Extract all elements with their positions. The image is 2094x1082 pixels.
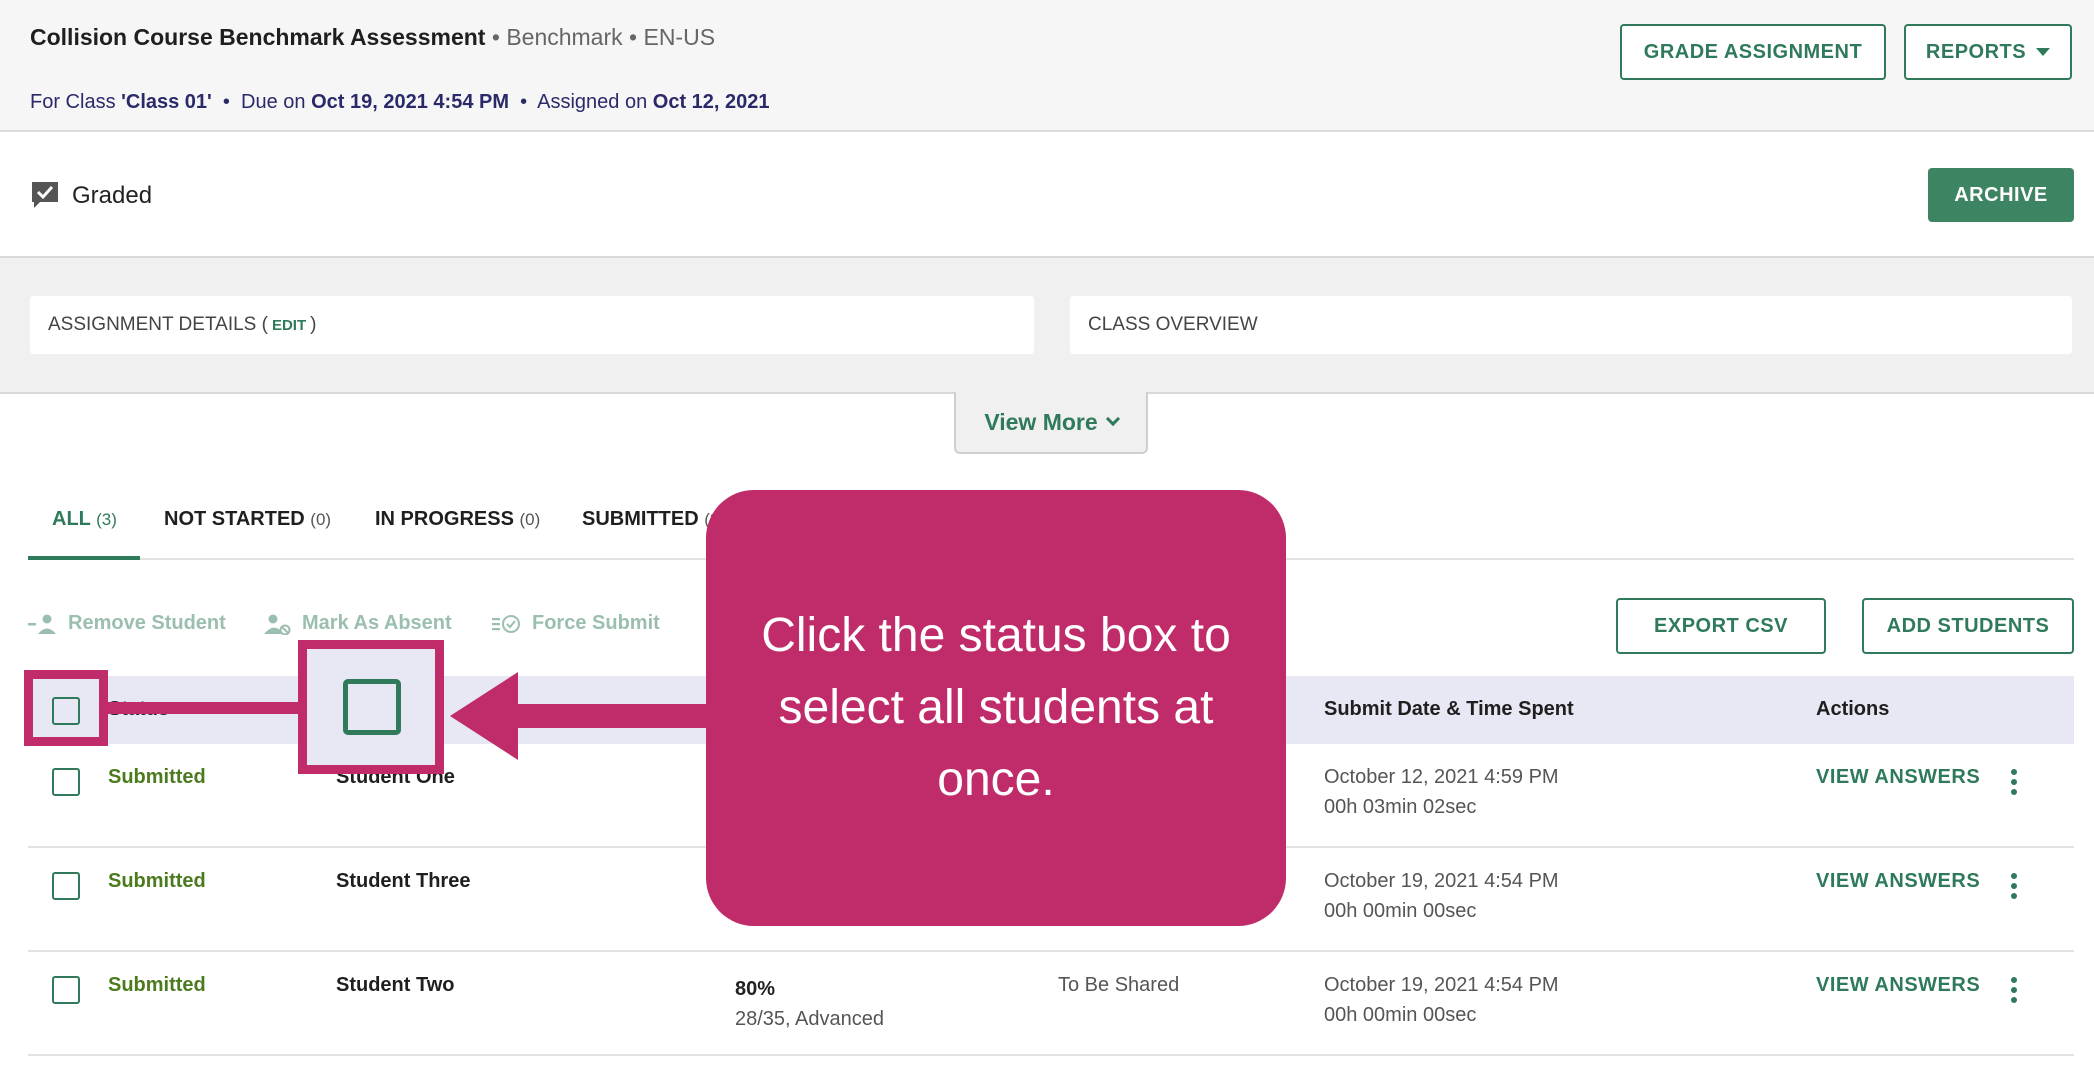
assignment-details-close: ) <box>310 314 317 335</box>
select-all-highlight <box>24 670 108 746</box>
separator-dot: • <box>514 91 538 113</box>
student-name[interactable]: Student Three <box>336 870 470 893</box>
assignment-details-label: ASSIGNMENT DETAILS ( <box>48 314 268 335</box>
remove-student-label: Remove Student <box>68 612 226 634</box>
row-status: Submitted <box>108 974 206 996</box>
edit-link[interactable]: EDIT <box>272 317 306 334</box>
tab-label: SUBMITTED <box>582 508 699 530</box>
time-spent: 00h 00min 00sec <box>1324 900 1477 922</box>
force-submit-label: Force Submit <box>532 612 660 634</box>
score-percent: 80% <box>735 978 776 1000</box>
submit-info: October 12, 2021 4:59 PM 00h 03min 02sec <box>1324 762 1559 822</box>
archive-button[interactable]: ARCHIVE <box>1928 168 2074 222</box>
tab-count: (0) <box>310 510 332 529</box>
table-row: Submitted Student Two 80% 28/35, Advance… <box>28 952 2074 1056</box>
mark-absent-label: Mark As Absent <box>302 612 452 634</box>
tab-in-progress[interactable]: IN PROGRESS (0) <box>375 508 540 531</box>
submit-date: October 19, 2021 4:54 PM <box>1324 974 1559 996</box>
row-select-checkbox[interactable] <box>52 976 80 1004</box>
separator-dot: • <box>217 91 242 113</box>
actions-column-header: Actions <box>1816 698 1890 720</box>
view-more-label: View More <box>984 408 1098 435</box>
status-row: Graded ARCHIVE <box>0 132 2094 258</box>
add-students-label: ADD STUDENTS <box>1886 614 2050 637</box>
time-spent: 00h 00min 00sec <box>1324 1004 1477 1026</box>
more-vertical-icon[interactable] <box>2011 769 2017 795</box>
assigned-date: Oct 12, 2021 <box>652 91 770 113</box>
due-date: Oct 19, 2021 4:54 PM <box>311 91 509 113</box>
tab-label: NOT STARTED <box>164 508 305 530</box>
student-name[interactable]: Student Two <box>336 974 455 997</box>
tab-count: (0) <box>519 510 541 529</box>
tab-submitted[interactable]: SUBMITTED (3) <box>582 508 725 531</box>
view-answers-link[interactable]: VIEW ANSWERS <box>1816 870 1980 893</box>
view-more-button[interactable]: View More <box>954 392 1148 454</box>
chevron-down-icon <box>1105 411 1120 427</box>
graded-status-label: Graded <box>72 182 153 209</box>
due-prefix: Due on <box>241 91 312 113</box>
reports-label: REPORTS <box>1925 40 2027 63</box>
assignment-header: Collision Course Benchmark Assessment • … <box>0 0 2094 132</box>
separator-dot: • <box>491 24 507 50</box>
annotation-connector <box>106 702 300 714</box>
separator-dot: • <box>629 24 644 50</box>
assignment-type: Benchmark <box>506 24 623 50</box>
remove-student-button[interactable]: Remove Student <box>28 612 226 635</box>
force-submit-button[interactable]: Force Submit <box>492 612 660 635</box>
view-answers-link[interactable]: VIEW ANSWERS <box>1816 974 1980 997</box>
more-vertical-icon[interactable] <box>2011 977 2017 1003</box>
assignment-meta: For Class 'Class 01' • Due on Oct 19, 20… <box>30 91 770 114</box>
tab-label: ALL <box>52 508 91 530</box>
row-status: Submitted <box>108 766 206 788</box>
more-vertical-icon[interactable] <box>2011 873 2017 899</box>
graded-check-icon <box>32 182 58 208</box>
add-students-button[interactable]: ADD STUDENTS <box>1862 598 2074 654</box>
zoomed-checkbox-callout <box>298 640 444 774</box>
assignment-title: Collision Course Benchmark Assessment <box>30 24 486 50</box>
assignment-locale: EN-US <box>643 24 716 50</box>
tab-all[interactable]: ALL (3) <box>52 508 117 531</box>
row-select-checkbox[interactable] <box>52 768 80 796</box>
mark-absent-button[interactable]: Mark As Absent <box>262 612 452 635</box>
feedback-status: To Be Shared <box>1058 974 1180 996</box>
submit-date-column-header: Submit Date & Time Spent <box>1324 698 1574 720</box>
time-spent: 00h 03min 02sec <box>1324 796 1477 818</box>
assignment-title-line: Collision Course Benchmark Assessment • … <box>30 24 715 51</box>
caret-down-icon <box>2036 48 2051 56</box>
class-name: 'Class 01' <box>121 91 212 113</box>
tab-not-started[interactable]: NOT STARTED (0) <box>164 508 331 531</box>
annotation-callout: Click the status box to select all stude… <box>706 490 1286 926</box>
assigned-prefix: Assigned on <box>537 91 653 113</box>
export-csv-button[interactable]: EXPORT CSV <box>1616 598 1826 654</box>
class-prefix: For Class <box>30 91 122 113</box>
grade-assignment-button[interactable]: GRADE ASSIGNMENT <box>1620 24 1886 80</box>
submit-date: October 12, 2021 4:59 PM <box>1324 766 1559 788</box>
submit-info: October 19, 2021 4:54 PM 00h 00min 00sec <box>1324 970 1559 1030</box>
class-overview-label: CLASS OVERVIEW <box>1088 314 1258 335</box>
absent-person-icon <box>264 614 291 635</box>
grade-assignment-label: GRADE ASSIGNMENT <box>1643 40 1863 63</box>
row-status: Submitted <box>108 870 206 892</box>
export-csv-label: EXPORT CSV <box>1654 614 1788 637</box>
submit-date: October 19, 2021 4:54 PM <box>1324 870 1559 892</box>
reports-button[interactable]: REPORTS <box>1904 24 2072 80</box>
row-select-checkbox[interactable] <box>52 872 80 900</box>
tab-count: (3) <box>96 510 117 529</box>
score-detail: 28/35, Advanced <box>735 1008 885 1030</box>
tab-label: IN PROGRESS <box>375 508 514 530</box>
details-section: ASSIGNMENT DETAILS ( EDIT ) CLASS OVERVI… <box>0 258 2094 394</box>
arrow-left-icon <box>450 672 720 760</box>
score-info: 80% 28/35, Advanced <box>735 974 884 1034</box>
remove-person-icon <box>28 614 56 634</box>
submit-info: October 19, 2021 4:54 PM 00h 00min 00sec <box>1324 866 1559 926</box>
zoomed-checkbox <box>343 679 401 735</box>
view-answers-link[interactable]: VIEW ANSWERS <box>1816 766 1980 789</box>
active-tab-indicator <box>28 556 140 560</box>
assignment-details-panel[interactable]: ASSIGNMENT DETAILS ( EDIT ) <box>30 296 1034 354</box>
force-submit-icon <box>492 614 520 633</box>
class-overview-panel[interactable]: CLASS OVERVIEW <box>1070 296 2072 354</box>
